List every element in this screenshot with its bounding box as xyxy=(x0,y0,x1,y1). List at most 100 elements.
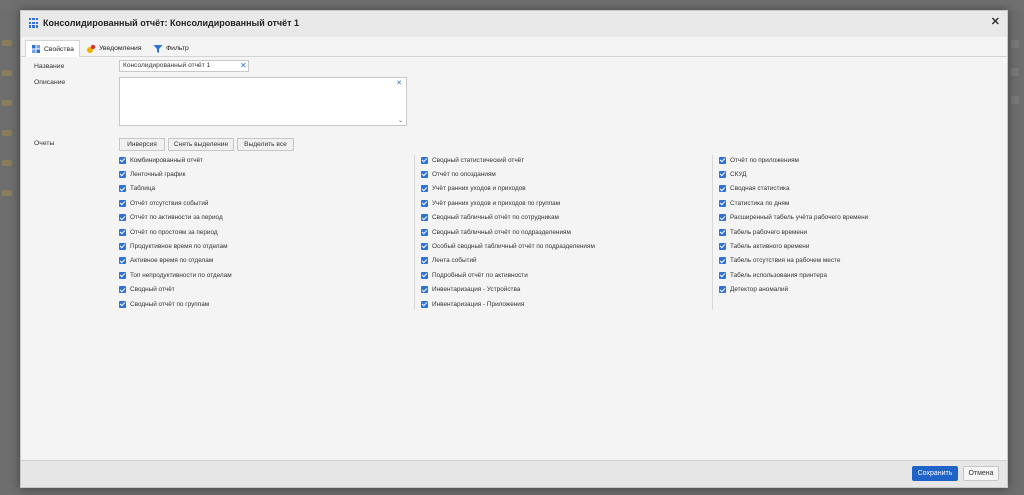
dialog-footer: Сохранить Отмена xyxy=(21,460,1007,487)
report-label: Учёт ранних уходов и приходов xyxy=(432,185,526,193)
checkbox-checked-icon[interactable] xyxy=(421,271,428,279)
checkbox-checked-icon[interactable] xyxy=(421,257,428,265)
report-checkbox-item[interactable]: Активное время по отделам xyxy=(119,256,213,266)
report-checkbox-item[interactable]: Сводный табличный отчёт по подразделения… xyxy=(421,227,571,237)
checkbox-checked-icon[interactable] xyxy=(719,257,726,265)
report-checkbox-item[interactable]: СКУД xyxy=(719,169,747,179)
select-all-button[interactable]: Выделить все xyxy=(237,138,294,151)
report-checkbox-item[interactable]: Табель использования принтера xyxy=(719,270,827,280)
checkbox-checked-icon[interactable] xyxy=(719,185,726,193)
checkbox-checked-icon[interactable] xyxy=(421,300,428,308)
report-checkbox-item[interactable]: Комбинированный отчёт xyxy=(119,155,203,165)
clear-name-icon[interactable]: ✕ xyxy=(240,61,247,70)
report-checkbox-item[interactable]: Инвентаризация - Приложения xyxy=(421,299,524,309)
checkbox-checked-icon[interactable] xyxy=(119,257,126,265)
checkbox-checked-icon[interactable] xyxy=(719,156,726,164)
save-button[interactable]: Сохранить xyxy=(912,466,958,481)
report-checkbox-item[interactable]: Учёт ранних уходов и приходов по группам xyxy=(421,198,560,208)
report-label: Статистика по дням xyxy=(730,199,790,207)
report-label: Отчёт по опозданиям xyxy=(432,170,496,178)
background-right-icon xyxy=(1011,68,1019,76)
report-label: Табель отсутствия на рабочем месте xyxy=(730,257,841,265)
tab-filter[interactable]: Фильтр xyxy=(148,40,194,57)
reports-column-3: Отчёт по приложениям СКУД Сводная статисти… xyxy=(712,155,868,310)
checkbox-checked-icon[interactable] xyxy=(421,185,428,193)
properties-icon xyxy=(32,45,40,53)
checkbox-checked-icon[interactable] xyxy=(719,242,726,250)
report-checkbox-item[interactable]: Инвентаризация - Устройства xyxy=(421,285,520,295)
checkbox-checked-icon[interactable] xyxy=(119,228,126,236)
report-checkbox-item[interactable]: Сводный статистический отчёт xyxy=(421,155,524,165)
checkbox-checked-icon[interactable] xyxy=(719,199,726,207)
background-sidebar-icon xyxy=(2,160,12,166)
checkbox-checked-icon[interactable] xyxy=(119,214,126,222)
report-checkbox-item[interactable]: Сводная статистика xyxy=(719,184,790,194)
notifications-icon xyxy=(87,44,96,53)
checkbox-checked-icon[interactable] xyxy=(421,228,428,236)
checkbox-checked-icon[interactable] xyxy=(421,156,428,164)
report-label: Ленточный график xyxy=(130,170,186,178)
checkbox-checked-icon[interactable] xyxy=(119,300,126,308)
report-checkbox-item[interactable]: Учёт ранних уходов и приходов xyxy=(421,184,526,194)
properties-panel: Название Консолидированный отчёт 1 ✕ Опи… xyxy=(21,57,1007,462)
report-checkbox-item[interactable]: Сводный табличный отчёт по сотрудникам xyxy=(421,213,559,223)
invert-button[interactable]: Инверсия xyxy=(119,138,165,151)
report-checkbox-item[interactable]: Ленточный график xyxy=(119,169,185,179)
background-right-panel xyxy=(1008,10,1024,495)
report-checkbox-item[interactable]: Отчёт по опозданиям xyxy=(421,169,496,179)
report-checkbox-item[interactable]: Расширенный табель учёта рабочего времен… xyxy=(719,213,868,223)
report-label: Сводный табличный отчёт по подразделения… xyxy=(432,228,571,236)
report-checkbox-item[interactable]: Таблица xyxy=(119,184,155,194)
checkbox-checked-icon[interactable] xyxy=(119,170,126,178)
report-label: СКУД xyxy=(730,170,747,178)
report-checkbox-item[interactable]: Детектор аномалий xyxy=(719,285,788,295)
deselect-button[interactable]: Снять выделение xyxy=(168,138,234,151)
checkbox-checked-icon[interactable] xyxy=(119,199,126,207)
checkbox-checked-icon[interactable] xyxy=(719,271,726,279)
report-checkbox-item[interactable]: Подробный отчёт по активности xyxy=(421,270,528,280)
tab-label: Уведомления xyxy=(99,45,142,52)
report-checkbox-item[interactable]: Отчёт отсутствия событий xyxy=(119,198,208,208)
checkbox-checked-icon[interactable] xyxy=(421,242,428,250)
report-checkbox-item[interactable]: Отчёт по активности за период xyxy=(119,213,223,223)
tab-notifications[interactable]: Уведомления xyxy=(81,40,147,57)
report-checkbox-item[interactable]: Отчёт по простоям за период xyxy=(119,227,218,237)
report-checkbox-item[interactable]: Табель отсутствия на рабочем месте xyxy=(719,256,840,266)
report-label: Сводный отчёт xyxy=(130,286,175,294)
description-textarea[interactable]: ✕ ⌄ xyxy=(119,77,407,126)
name-label: Название xyxy=(34,63,65,70)
checkbox-checked-icon[interactable] xyxy=(719,170,726,178)
checkbox-checked-icon[interactable] xyxy=(119,156,126,164)
checkbox-checked-icon[interactable] xyxy=(421,286,428,294)
cancel-button[interactable]: Отмена xyxy=(963,466,999,481)
close-icon[interactable]: ✕ xyxy=(991,15,1000,28)
background-sidebar-icon xyxy=(2,130,12,136)
checkbox-checked-icon[interactable] xyxy=(719,228,726,236)
chevron-down-icon[interactable]: ⌄ xyxy=(398,117,403,124)
checkbox-checked-icon[interactable] xyxy=(421,170,428,178)
clear-description-icon[interactable]: ✕ xyxy=(396,79,402,87)
name-input[interactable]: Консолидированный отчёт 1 xyxy=(119,60,249,72)
reports-column-2: Сводный статистический отчёт Отчёт по опо… xyxy=(414,155,595,310)
report-checkbox-item[interactable]: Отчёт по приложениям xyxy=(719,155,799,165)
report-checkbox-item[interactable]: Топ непродуктивности по отделам xyxy=(119,270,232,280)
checkbox-checked-icon[interactable] xyxy=(119,286,126,294)
report-checkbox-item[interactable]: Сводный отчёт по группам xyxy=(119,299,209,309)
report-checkbox-item[interactable]: Сводный отчёт xyxy=(119,285,175,295)
report-checkbox-item[interactable]: Лента событий xyxy=(421,256,477,266)
report-checkbox-item[interactable]: Особый сводный табличный отчёт по подраз… xyxy=(421,241,595,251)
checkbox-checked-icon[interactable] xyxy=(719,214,726,222)
report-checkbox-item[interactable]: Табель рабочего времени xyxy=(719,227,807,237)
report-label: Отчёт отсутствия событий xyxy=(130,199,209,207)
checkbox-checked-icon[interactable] xyxy=(119,242,126,250)
background-right-icon xyxy=(1011,96,1019,104)
checkbox-checked-icon[interactable] xyxy=(119,185,126,193)
report-checkbox-item[interactable]: Табель активного времени xyxy=(719,241,809,251)
tab-properties[interactable]: Свойства xyxy=(25,40,80,57)
report-checkbox-item[interactable]: Продуктивное время по отделам xyxy=(119,241,227,251)
checkbox-checked-icon[interactable] xyxy=(719,286,726,294)
checkbox-checked-icon[interactable] xyxy=(421,199,428,207)
checkbox-checked-icon[interactable] xyxy=(119,271,126,279)
checkbox-checked-icon[interactable] xyxy=(421,214,428,222)
report-checkbox-item[interactable]: Статистика по дням xyxy=(719,198,789,208)
